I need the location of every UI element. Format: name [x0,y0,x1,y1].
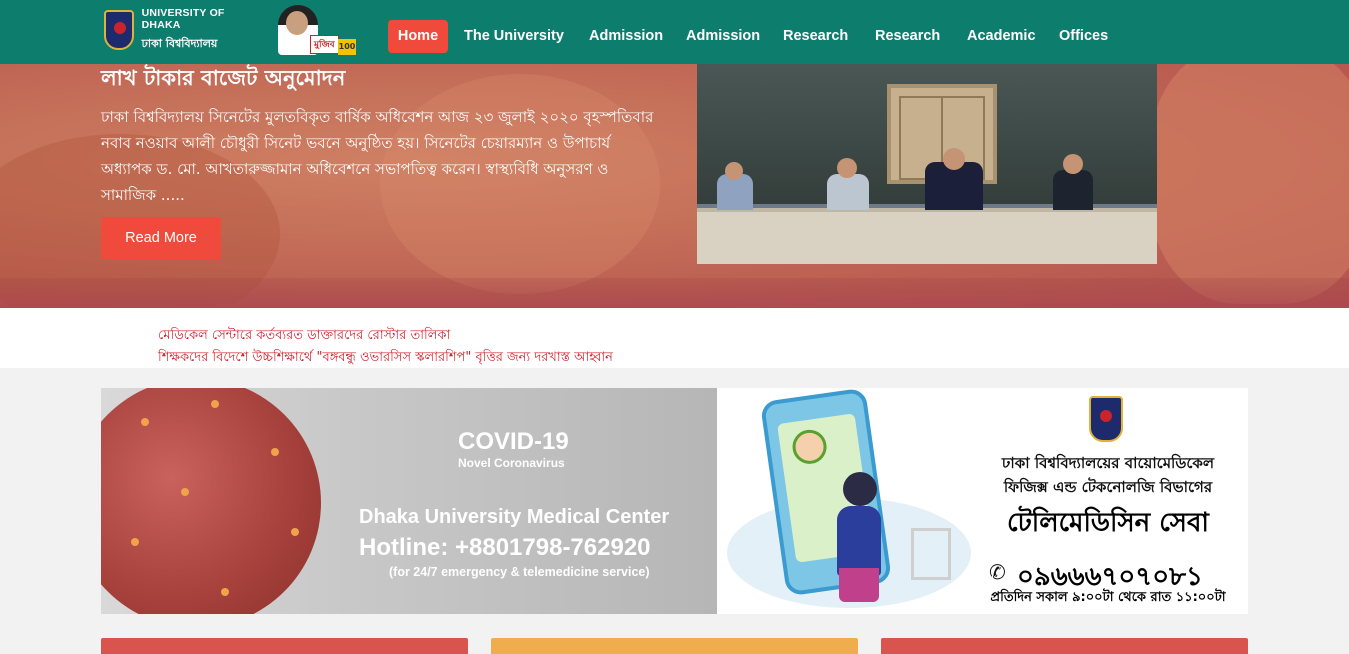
nav-home[interactable]: Home [388,20,448,53]
photo-person-head [1063,154,1083,174]
mujib-tag: মুজিব [310,35,339,54]
hero-bottom-fade [0,278,1349,308]
patient-legs-illustration [839,568,879,602]
hero-title: লাখ টাকার বাজেট অনুমোদন [101,66,346,90]
hero-summary: ঢাকা বিশ্ববিদ্যালয় সিনেটের মুলতবিকৃত বা… [101,108,654,204]
logo-name-bn: ঢাকা বিশ্ববিদ্যালয় [141,36,218,50]
quick-link-card[interactable] [101,638,468,654]
read-more-button[interactable]: Read More [101,217,221,259]
mujib-borsho-logo[interactable]: মুজিব 100 [276,5,358,57]
patient-head-icon [843,472,877,506]
logo-text: UNIVERSITY OF DHAKA ঢাকা বিশ্ববিদ্যালয় [142,7,256,54]
hero-slider: লাখ টাকার বাজেট অনুমোদন ঢাকা বিশ্ববিদ্যা… [0,64,1349,308]
virus-spike-icon [221,588,229,596]
virus-spike-icon [211,400,219,408]
photo-person [1053,170,1093,210]
university-seal-icon [104,10,134,50]
covid-hotline-banner[interactable]: COVID-19 Novel Coronavirus Dhaka Univers… [101,388,717,614]
photo-person [827,174,869,210]
photo-table [697,208,1157,264]
hotline-note: (for 24/7 emergency & telemedicine servi… [389,565,650,579]
shelf-illustration [911,528,951,580]
coronavirus-icon [101,388,321,614]
university-seal-icon [1089,396,1123,442]
nav-the-university[interactable]: The University [464,20,564,53]
nav-research-1[interactable]: Research [783,20,848,53]
telemedicine-banner[interactable]: ঢাকা বিশ্ববিদ্যালয়ের বায়োমেডিকেল ফিজিক… [717,388,1248,614]
virus-spike-icon [271,448,279,456]
tele-service-hours: প্রতিদিন সকাল ৯:০০টা থেকে রাত ১১:০০টা [990,590,1226,605]
quick-link-card[interactable] [881,638,1248,654]
covid-title: COVID-19 [458,428,569,455]
photo-person-head [725,162,743,180]
nav-research-2[interactable]: Research [875,20,940,53]
nav-offices[interactable]: Offices [1059,20,1108,53]
hotline-number: Hotline: +8801798-762920 [359,534,651,561]
tele-department-line1: ঢাকা বিশ্ববিদ্যালয়ের বায়োমেডিকেল [1001,454,1215,472]
virus-spike-icon [131,538,139,546]
quick-link-card[interactable] [491,638,858,654]
photo-person-head [837,158,857,178]
covid-subtitle: Novel Coronavirus [458,456,565,470]
notice-link[interactable]: শিক্ষকদের বিদেশে উচ্চশিক্ষার্থে "বঙ্গবন্… [158,348,613,369]
virus-spike-icon [181,488,189,496]
notice-link[interactable]: মেডিকেল সেন্টারে কর্তব্যরত ডাক্তারদের রো… [158,326,450,347]
tele-department-line2: ফিজিক্স এন্ড টেকনোলজি বিভাগের [1003,478,1213,496]
nav-admission-1[interactable]: Admission [589,20,663,53]
nav-admission-2[interactable]: Admission [686,20,760,53]
notice-strip: মেডিকেল সেন্টারে কর্তব্যরত ডাক্তারদের রো… [0,308,1349,368]
university-logo[interactable]: UNIVERSITY OF DHAKA ঢাকা বিশ্ববিদ্যালয় [104,7,256,54]
logo-name-en: UNIVERSITY OF DHAKA [141,6,225,31]
mujib-number: 100 [338,39,356,55]
virus-spike-icon [291,528,299,536]
phone-icon: ✆ [989,560,1006,584]
medical-center-name: Dhaka University Medical Center [359,506,670,528]
photo-person-head [943,148,965,170]
patient-body-illustration [837,506,881,576]
top-navbar: UNIVERSITY OF DHAKA ঢাকা বিশ্ববিদ্যালয় … [0,0,1349,64]
tele-service-title: টেলিমেডিসিন সেবা [1007,508,1209,538]
virus-spike-icon [141,418,149,426]
hero-news-photo[interactable] [697,64,1157,264]
nav-academic[interactable]: Academic [967,20,1036,53]
